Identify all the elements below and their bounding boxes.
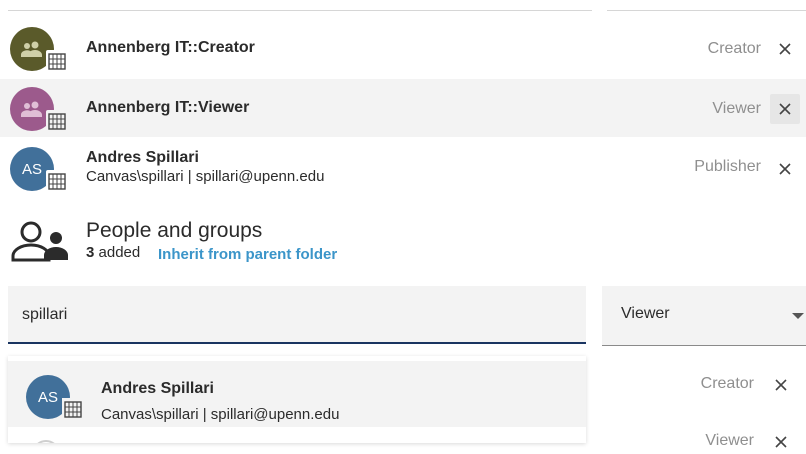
people-search-input[interactable] <box>22 304 562 326</box>
suggestion-subtitle: Canvas\spillari | spillari@upenn.edu <box>101 406 340 423</box>
building-icon <box>46 50 68 72</box>
caret-down-icon <box>792 313 804 319</box>
member-row: Annenberg IT::Viewer Viewer <box>0 79 806 137</box>
remove-member-button[interactable] <box>770 34 800 64</box>
close-icon <box>775 436 787 448</box>
people-section-title: People and groups <box>86 219 263 242</box>
building-icon <box>62 398 84 420</box>
member-row: AS Andres Spillari Canvas\spillari | spi… <box>0 139 806 197</box>
people-count-suffix: added <box>94 244 141 261</box>
people-count: 3 added <box>86 244 140 261</box>
people-icon <box>10 220 68 267</box>
remove-member-button[interactable] <box>774 378 788 397</box>
member-role[interactable]: Creator <box>708 40 761 58</box>
suggestion-item[interactable]: AS Andres Spillari Canvas\spillari | spi… <box>8 361 586 427</box>
role-select-value: Viewer <box>621 305 670 322</box>
search-suggestions-dropdown: AS Andres Spillari Canvas\spillari | spi… <box>8 356 586 443</box>
member-role[interactable]: Viewer <box>712 100 761 118</box>
prev-select-underline <box>607 10 806 11</box>
close-icon <box>779 103 791 115</box>
close-icon <box>775 379 787 391</box>
remove-member-button[interactable] <box>770 154 800 184</box>
member-name: Annenberg IT::Viewer <box>86 99 250 116</box>
role-select[interactable]: Viewer <box>602 286 806 346</box>
avatar-initials: AS <box>21 160 42 178</box>
close-icon <box>779 163 791 175</box>
group-icon <box>21 41 42 57</box>
close-icon <box>779 43 791 55</box>
member-subtitle: Canvas\spillari | spillari@upenn.edu <box>86 168 325 185</box>
prev-input-underline <box>8 10 592 11</box>
building-icon <box>46 170 68 192</box>
member-name: Annenberg IT::Creator <box>86 39 255 56</box>
suggestion-name: Andres Spillari <box>101 380 214 397</box>
member-role[interactable]: Viewer <box>705 432 754 450</box>
inherit-from-parent-link[interactable]: Inherit from parent folder <box>158 246 337 263</box>
group-icon <box>21 101 42 117</box>
member-name: Andres Spillari <box>86 149 199 166</box>
member-row: Annenberg IT::Creator Creator <box>0 19 806 77</box>
avatar-initials: AS <box>37 388 58 406</box>
remove-member-button[interactable] <box>774 435 788 454</box>
building-icon <box>46 110 68 132</box>
member-role[interactable]: Publisher <box>694 158 761 176</box>
people-search-field[interactable] <box>8 286 586 344</box>
suggestion-item[interactable] <box>8 430 586 443</box>
remove-member-button[interactable] <box>770 94 800 124</box>
member-role[interactable]: Creator <box>701 375 754 393</box>
